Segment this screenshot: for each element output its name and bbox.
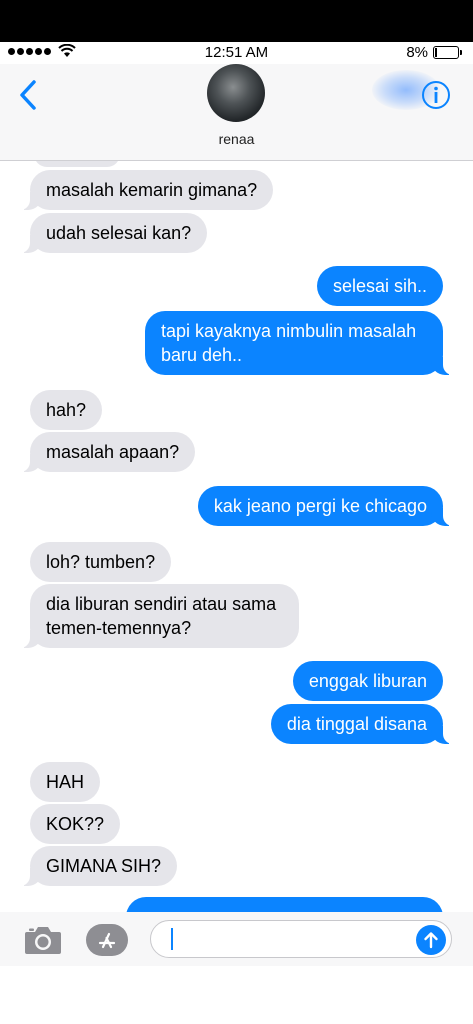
message-text: selesai sih.. <box>332 276 427 296</box>
message-composer <box>0 912 473 966</box>
info-icon[interactable] <box>421 80 451 110</box>
message-text: GIMANA SIH? <box>46 856 162 876</box>
message-bubble-received[interactable]: masalah apaan? <box>17 432 196 472</box>
message-text: kak jeano pergi ke chicago <box>213 496 427 516</box>
message-text: tapi kayaknya nimbulin masalah <box>161 321 417 341</box>
conversation-header: renaa <box>0 64 473 161</box>
contact-name[interactable]: renaa <box>0 131 473 147</box>
message-text: masalah kemarin gimana? <box>46 180 258 200</box>
camera-icon[interactable] <box>24 924 62 956</box>
status-bar: 12:51 AM 8% <box>0 42 473 64</box>
message-bubble-partial <box>126 897 443 912</box>
message-bubble-partial <box>34 161 120 167</box>
message-text: enggak liburan <box>308 671 427 691</box>
message-text: udah selesai kan? <box>46 223 192 243</box>
message-bubble-sent[interactable]: enggak liburan <box>292 661 443 701</box>
message-bubble-received[interactable]: loh? tumben? <box>30 542 172 582</box>
message-bubble-received[interactable]: udah selesai kan? <box>17 213 208 253</box>
message-text: HAH <box>46 772 85 792</box>
battery-percent: 8% <box>406 44 428 61</box>
message-text-line2: temen-temennya? <box>46 618 192 638</box>
message-text: masalah apaan? <box>46 442 180 462</box>
message-bubble-sent[interactable]: dia tinggal disana <box>270 704 456 744</box>
message-bubble-received[interactable]: KOK?? <box>30 804 121 844</box>
text-cursor <box>171 928 173 950</box>
message-text: dia tinggal disana <box>286 714 427 734</box>
message-bubble-sent[interactable]: kak jeano pergi ke chicago <box>197 486 456 526</box>
send-arrow-icon[interactable] <box>416 925 446 955</box>
message-bubble-sent[interactable]: selesai sih.. <box>316 266 443 306</box>
message-bubble-received[interactable]: GIMANA SIH? <box>17 846 178 886</box>
message-bubble-sent[interactable]: tapi kayaknya nimbulin masalah baru deh.… <box>145 311 455 375</box>
status-time: 12:51 AM <box>204 44 269 61</box>
app-store-icon[interactable] <box>86 924 128 956</box>
message-input[interactable] <box>150 920 452 958</box>
message-text: hah? <box>46 400 87 420</box>
message-bubble-received[interactable]: masalah kemarin gimana? <box>17 170 274 210</box>
message-text: KOK?? <box>46 814 105 834</box>
battery-icon <box>433 46 462 59</box>
contact-avatar[interactable] <box>207 64 265 122</box>
message-text-line2: baru deh.. <box>161 345 243 365</box>
message-thread[interactable]: masalah kemarin gimana? udah selesai kan… <box>0 161 473 912</box>
top-black-bar <box>0 0 473 42</box>
message-bubble-received[interactable]: HAH <box>30 762 101 802</box>
message-bubble-received[interactable]: dia liburan sendiri atau sama temen-teme… <box>18 584 299 648</box>
message-text: dia liburan sendiri atau sama <box>46 594 277 614</box>
bottom-area <box>0 966 473 1024</box>
message-text: loh? tumben? <box>46 552 156 572</box>
message-bubble-received[interactable]: hah? <box>30 390 103 430</box>
chevron-left-icon[interactable] <box>14 78 44 112</box>
